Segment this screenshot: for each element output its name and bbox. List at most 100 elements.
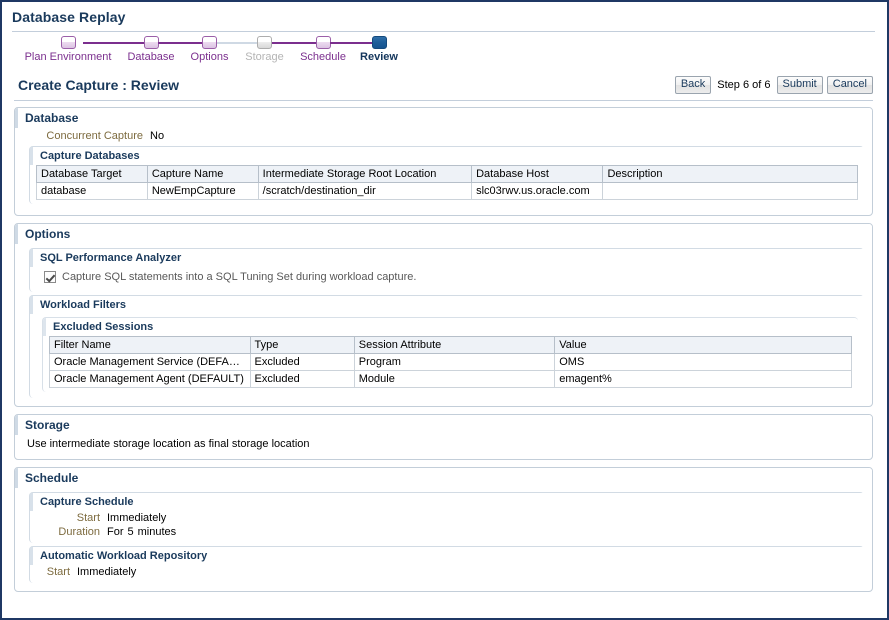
table-row: Oracle Management Service (DEFAULT) Excl… bbox=[50, 354, 852, 371]
subsection-workload-filters: Workload Filters Excluded Sessions bbox=[29, 295, 864, 398]
duration-amount: 5 bbox=[128, 526, 134, 538]
section-database-body: Concurrent Capture No Capture Databases bbox=[15, 128, 872, 215]
train-node-icon bbox=[372, 36, 387, 49]
capture-duration-label: Duration bbox=[36, 526, 107, 538]
column-header-database-target[interactable]: Database Target bbox=[37, 166, 148, 183]
cell-filter-name: Oracle Management Agent (DEFAULT) bbox=[50, 371, 251, 388]
train-step-database[interactable]: Database bbox=[120, 36, 182, 64]
train-step-label: Review bbox=[360, 51, 398, 64]
capture-sql-checkbox-row[interactable]: Capture SQL statements into a SQL Tuning… bbox=[36, 267, 858, 288]
subsection-capture-databases-header: Capture Databases bbox=[30, 147, 864, 165]
table-row: Oracle Management Agent (DEFAULT) Exclud… bbox=[50, 371, 852, 388]
concurrent-capture-value: No bbox=[150, 130, 164, 142]
cell-session-attribute: Module bbox=[354, 371, 555, 388]
table-row: database NewEmpCapture /scratch/destinat… bbox=[37, 183, 858, 200]
database-replay-window: Database Replay Plan Environment Databas… bbox=[0, 0, 889, 620]
section-title: Options bbox=[25, 227, 70, 241]
column-header-session-attribute[interactable]: Session Attribute bbox=[354, 337, 555, 354]
subsection-capture-schedule: Capture Schedule Start Immediately Durat… bbox=[29, 492, 864, 543]
train-step-storage: Storage bbox=[237, 36, 292, 64]
subsection-capture-databases-body: Database Target Capture Name Intermediat… bbox=[30, 165, 864, 204]
column-header-database-host[interactable]: Database Host bbox=[472, 166, 603, 183]
submit-button[interactable]: Submit bbox=[777, 76, 823, 94]
train-step-label: Plan Environment bbox=[25, 51, 112, 64]
train-step-label: Schedule bbox=[300, 51, 346, 64]
capture-duration-value: For 5 minutes bbox=[107, 526, 176, 538]
subsection-spa-header: SQL Performance Analyzer bbox=[30, 249, 864, 267]
title-divider bbox=[12, 31, 875, 32]
train-step-schedule[interactable]: Schedule bbox=[292, 36, 354, 64]
review-content: Database Concurrent Capture No Capture D… bbox=[4, 101, 883, 592]
train-node-icon bbox=[144, 36, 159, 49]
cell-filter-name: Oracle Management Service (DEFAULT) bbox=[50, 354, 251, 371]
cancel-button[interactable]: Cancel bbox=[827, 76, 873, 94]
train-node-icon bbox=[316, 36, 331, 49]
capture-start-row: Start Immediately bbox=[36, 511, 858, 525]
column-header-filter-name[interactable]: Filter Name bbox=[50, 337, 251, 354]
duration-unit: minutes bbox=[138, 526, 177, 538]
capture-start-value: Immediately bbox=[107, 512, 166, 524]
subsection-awr-header: Automatic Workload Repository bbox=[30, 547, 864, 565]
train-step-label: Options bbox=[191, 51, 229, 64]
column-header-description[interactable]: Description bbox=[603, 166, 858, 183]
train-step-options[interactable]: Options bbox=[182, 36, 237, 64]
subsection-spa-body: Capture SQL statements into a SQL Tuning… bbox=[30, 267, 864, 292]
subsection-title: Capture Databases bbox=[40, 150, 140, 162]
subsection-title: SQL Performance Analyzer bbox=[40, 252, 181, 264]
subsection-capture-databases: Capture Databases Database Target Captur… bbox=[29, 146, 864, 204]
awr-start-value: Immediately bbox=[77, 566, 136, 578]
column-header-value[interactable]: Value bbox=[555, 337, 852, 354]
section-options-body: SQL Performance Analyzer Capture SQL sta… bbox=[15, 244, 872, 406]
column-header-type[interactable]: Type bbox=[250, 337, 354, 354]
train-step-label: Database bbox=[127, 51, 174, 64]
subsection-capture-schedule-header: Capture Schedule bbox=[30, 493, 864, 511]
cell-session-attribute: Program bbox=[354, 354, 555, 371]
cell-database-host: slc03rwv.us.oracle.com bbox=[472, 183, 603, 200]
capture-sql-checkbox-label: Capture SQL statements into a SQL Tuning… bbox=[62, 271, 416, 283]
step-counter: Step 6 of 6 bbox=[715, 79, 772, 91]
cell-type: Excluded bbox=[250, 354, 354, 371]
section-schedule: Schedule Capture Schedule Start Immediat… bbox=[14, 467, 873, 592]
checkbox-icon[interactable] bbox=[44, 271, 56, 283]
duration-prefix: For bbox=[107, 526, 124, 538]
page-header: Create Capture : Review Back Step 6 of 6… bbox=[4, 72, 883, 94]
awr-start-row: Start Immediately bbox=[36, 565, 858, 579]
page-title: Create Capture : Review bbox=[18, 77, 179, 93]
section-schedule-body: Capture Schedule Start Immediately Durat… bbox=[15, 488, 872, 591]
subsection-awr-body: Start Immediately bbox=[30, 565, 864, 583]
capture-databases-table: Database Target Capture Name Intermediat… bbox=[36, 165, 858, 200]
section-storage-body: Use intermediate storage location as fin… bbox=[15, 435, 872, 459]
subsection-title: Workload Filters bbox=[40, 299, 126, 311]
back-button[interactable]: Back bbox=[675, 76, 711, 94]
cell-value: emagent% bbox=[555, 371, 852, 388]
window-title: Database Replay bbox=[12, 9, 126, 25]
column-header-intermediate-storage-root-location[interactable]: Intermediate Storage Root Location bbox=[258, 166, 471, 183]
train-node-icon bbox=[202, 36, 217, 49]
section-database-header: Database bbox=[15, 108, 872, 128]
cell-type: Excluded bbox=[250, 371, 354, 388]
cell-value: OMS bbox=[555, 354, 852, 371]
subsection-title: Automatic Workload Repository bbox=[40, 550, 207, 562]
section-options: Options SQL Performance Analyzer Capture… bbox=[14, 223, 873, 407]
wizard-train: Plan Environment Database Options Storag… bbox=[4, 36, 883, 72]
subsection-workload-filters-body: Excluded Sessions Filter Name bbox=[30, 317, 864, 398]
section-storage: Storage Use intermediate storage locatio… bbox=[14, 414, 873, 460]
section-storage-header: Storage bbox=[15, 415, 872, 435]
subsection-workload-filters-header: Workload Filters bbox=[30, 296, 864, 314]
train-step-review[interactable]: Review bbox=[354, 36, 404, 64]
wizard-train-steps: Plan Environment Database Options Storag… bbox=[4, 36, 883, 64]
capture-duration-row: Duration For 5 minutes bbox=[36, 525, 858, 539]
capture-start-label: Start bbox=[36, 512, 107, 524]
page-body: Database Replay Plan Environment Databas… bbox=[4, 4, 883, 616]
window-title-bar: Database Replay bbox=[4, 4, 883, 29]
table-header-row: Filter Name Type Session Attribute Value bbox=[50, 337, 852, 354]
cell-capture-name: NewEmpCapture bbox=[147, 183, 258, 200]
awr-start-label: Start bbox=[36, 566, 77, 578]
train-step-plan-environment[interactable]: Plan Environment bbox=[16, 36, 120, 64]
section-title: Schedule bbox=[25, 471, 78, 485]
section-options-header: Options bbox=[15, 224, 872, 244]
column-header-capture-name[interactable]: Capture Name bbox=[147, 166, 258, 183]
subsection-title: Capture Schedule bbox=[40, 496, 134, 508]
subsection-sql-performance-analyzer: SQL Performance Analyzer Capture SQL sta… bbox=[29, 248, 864, 292]
excluded-sessions-table: Filter Name Type Session Attribute Value bbox=[49, 336, 852, 388]
